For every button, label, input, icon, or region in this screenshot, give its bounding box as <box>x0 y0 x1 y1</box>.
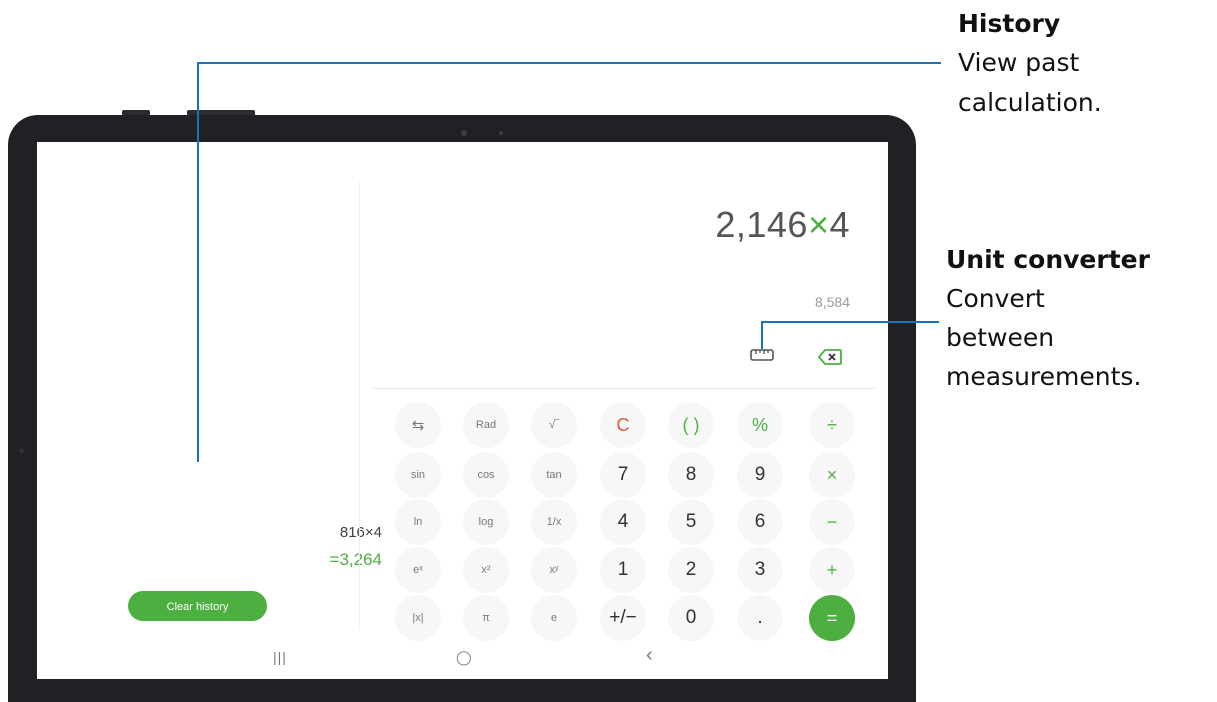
sqrt-key[interactable]: √‾ <box>531 402 577 448</box>
unit-callout-desc-1: Convert <box>946 284 1045 313</box>
sensor-icon <box>499 131 503 135</box>
digit-9-key[interactable]: 9 <box>737 452 783 498</box>
clear-history-button[interactable]: Clear history <box>128 591 267 621</box>
digit-1-key[interactable]: 1 <box>600 547 646 593</box>
multiply-key[interactable]: × <box>809 452 855 498</box>
digit-0-key[interactable]: 0 <box>668 595 714 641</box>
digit-6-key[interactable]: 6 <box>737 499 783 545</box>
toggle-angle-key[interactable]: ⇆ <box>395 402 441 448</box>
log-key[interactable]: log <box>463 499 509 545</box>
rad-key[interactable]: Rad <box>463 402 509 448</box>
panel-divider <box>359 182 360 630</box>
history-callout-desc-2: calculation. <box>958 88 1102 117</box>
backspace-icon[interactable] <box>818 349 842 365</box>
unit-callout-line <box>761 321 763 349</box>
unit-callout-desc-2: between <box>946 323 1055 352</box>
expr-operand-2: 4 <box>829 204 850 245</box>
history-callout-title: History <box>958 9 1061 38</box>
ruler-icon[interactable] <box>750 348 774 362</box>
home-icon[interactable]: ◯ <box>456 649 472 666</box>
unit-callout-line-h <box>761 321 939 323</box>
expr-operand-1: 2,146 <box>715 204 808 245</box>
history-result[interactable]: =3,264 <box>330 550 382 570</box>
digit-7-key[interactable]: 7 <box>600 452 646 498</box>
decimal-key[interactable]: . <box>737 595 783 641</box>
negate-key[interactable]: +/− <box>600 595 646 641</box>
digit-2-key[interactable]: 2 <box>668 547 714 593</box>
e-key[interactable]: e <box>531 595 577 641</box>
digit-3-key[interactable]: 3 <box>737 547 783 593</box>
unit-callout-title: Unit converter <box>946 245 1150 274</box>
square-key[interactable]: x² <box>463 547 509 593</box>
power-key[interactable]: xʸ <box>531 547 577 593</box>
reciprocal-key[interactable]: 1/x <box>531 499 577 545</box>
clear-key[interactable]: C <box>600 402 646 448</box>
minus-key[interactable]: − <box>809 499 855 545</box>
ln-key[interactable]: ln <box>395 499 441 545</box>
keypad-divider <box>373 388 875 389</box>
percent-key[interactable]: % <box>737 402 783 448</box>
history-callout-desc-1: View past <box>958 48 1080 77</box>
unit-callout-desc-3: measurements. <box>946 362 1142 391</box>
side-sensor-icon <box>19 448 24 453</box>
sin-key[interactable]: sin <box>395 452 441 498</box>
exp-key[interactable]: eˣ <box>395 547 441 593</box>
front-camera-icon <box>461 130 467 136</box>
expr-operator: × <box>807 204 830 245</box>
expression-display[interactable]: 2,146×4 <box>715 204 850 246</box>
calculator-screen: 816×4 =3,264 Clear history 2,146×4 8,584… <box>37 142 888 679</box>
cos-key[interactable]: cos <box>463 452 509 498</box>
history-callout-line <box>197 62 199 462</box>
abs-key[interactable]: |x| <box>395 595 441 641</box>
history-callout-line-h <box>197 62 941 64</box>
pi-key[interactable]: π <box>463 595 509 641</box>
plus-key[interactable]: + <box>809 547 855 593</box>
history-expression[interactable]: 816×4 <box>340 524 382 541</box>
digit-4-key[interactable]: 4 <box>600 499 646 545</box>
divide-key[interactable]: ÷ <box>809 402 855 448</box>
result-preview: 8,584 <box>814 294 850 310</box>
digit-5-key[interactable]: 5 <box>668 499 714 545</box>
tan-key[interactable]: tan <box>531 452 577 498</box>
back-icon[interactable]: ‹ <box>646 644 653 667</box>
parentheses-key[interactable]: ( ) <box>668 402 714 448</box>
recents-icon[interactable]: ||| <box>273 649 287 665</box>
digit-8-key[interactable]: 8 <box>668 452 714 498</box>
equals-key[interactable]: = <box>809 595 855 641</box>
